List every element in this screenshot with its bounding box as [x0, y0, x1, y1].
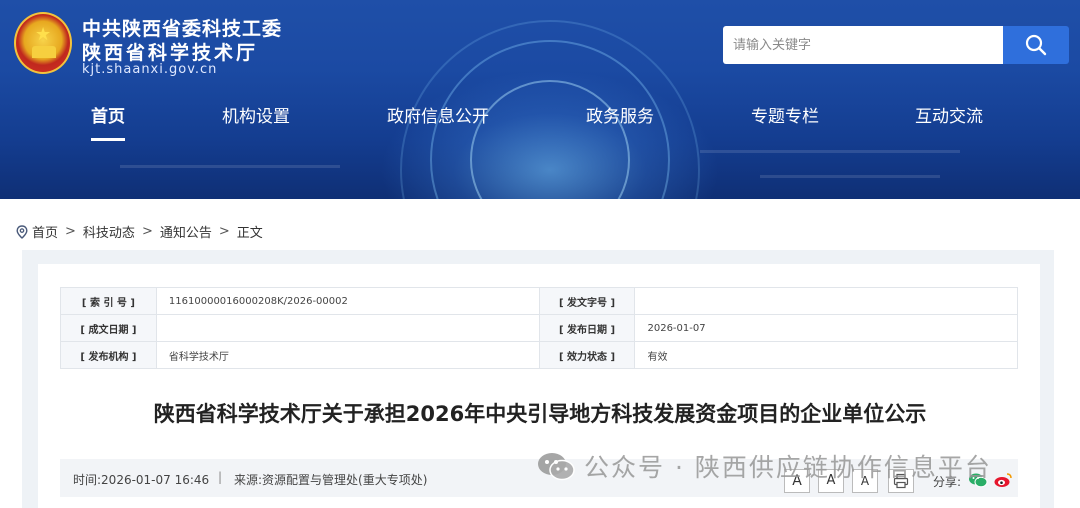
watermark-text: 公众号 · 陕西供应链协作信息平台: [584, 453, 992, 482]
org-name-line2: 陕西省科学技术厅: [82, 42, 259, 64]
breadcrumb-notices[interactable]: 通知公告: [160, 222, 212, 241]
national-emblem-logo: ★: [14, 12, 72, 74]
star-icon: ★: [35, 24, 52, 45]
wechat-watermark: 公众号 · 陕西供应链协作信息平台: [536, 448, 992, 484]
meta-label-index: [ 索 引 号 ]: [60, 287, 157, 315]
breadcrumb: 首页 > 科技动态 > 通知公告 > 正文: [16, 222, 263, 241]
search-button[interactable]: [1003, 26, 1069, 64]
nav-gov-info[interactable]: 政府信息公开: [387, 104, 489, 130]
nav-topics[interactable]: 专题专栏: [751, 104, 819, 130]
org-name-line1: 中共陕西省委科技工委: [82, 18, 283, 40]
article-title: 陕西省科学技术厅关于承担2026年中央引导地方科技发展资金项目的企业单位公示: [153, 402, 927, 426]
meta-value-issuer: 省科学技术厅: [155, 341, 540, 369]
banner-stripe: [760, 175, 940, 178]
breadcrumb-tech-news[interactable]: 科技动态: [83, 222, 135, 241]
search-icon: [1025, 34, 1047, 56]
banner-stripe: [120, 165, 340, 168]
meta-label-date-made: [ 成文日期 ]: [60, 314, 157, 342]
table-row: [ 发布机构 ] 省科学技术厅 [ 效力状态 ] 有效: [60, 341, 1018, 369]
meta-value-docno: [634, 287, 1018, 315]
weibo-share-icon[interactable]: [993, 472, 1013, 488]
gate-icon: [32, 46, 56, 58]
breadcrumb-separator: >: [218, 224, 230, 239]
breadcrumb-current: 正文: [236, 226, 263, 241]
breadcrumb-home[interactable]: 首页: [32, 222, 58, 241]
article-source: 来源:资源配置与管理处(重大专项处): [234, 473, 428, 487]
banner-stripe: [700, 150, 960, 153]
location-pin-icon: [16, 224, 28, 239]
meta-value-status: 有效: [634, 341, 1018, 369]
publish-time: 时间:2026-01-07 16:46: [73, 473, 210, 487]
nav-services[interactable]: 政务服务: [586, 104, 654, 130]
nav-home[interactable]: 首页: [91, 104, 125, 141]
nav-interaction[interactable]: 互动交流: [915, 104, 983, 130]
info-divider: |: [218, 470, 223, 484]
table-row: [ 索 引 号 ] 11610000016000208K/2026-00002 …: [60, 287, 1018, 315]
meta-label-status: [ 效力状态 ]: [538, 341, 636, 369]
meta-value-pub-date: 2026-01-07: [634, 314, 1018, 342]
meta-label-issuer: [ 发布机构 ]: [60, 341, 157, 369]
document-meta-table: [ 索 引 号 ] 11610000016000208K/2026-00002 …: [60, 287, 1018, 369]
search-input[interactable]: [723, 26, 1003, 64]
site-domain: kjt.shaanxi.gov.cn: [82, 62, 218, 77]
header-banner: ★ 中共陕西省委科技工委 陕西省科学技术厅 kjt.shaanxi.gov.cn…: [0, 0, 1080, 199]
breadcrumb-separator: >: [65, 224, 76, 239]
meta-value-date-made: [155, 314, 540, 342]
meta-label-docno: [ 发文字号 ]: [538, 287, 636, 315]
main-nav: 首页 机构设置 政府信息公开 政务服务 专题专栏 互动交流: [0, 104, 1080, 144]
meta-value-index: 11610000016000208K/2026-00002: [155, 287, 540, 315]
meta-label-pub-date: [ 发布日期 ]: [538, 314, 636, 342]
table-row: [ 成文日期 ] [ 发布日期 ] 2026-01-07: [60, 314, 1018, 342]
nav-organization[interactable]: 机构设置: [222, 104, 290, 130]
wechat-logo-icon: [538, 453, 575, 481]
breadcrumb-separator: >: [141, 224, 153, 239]
